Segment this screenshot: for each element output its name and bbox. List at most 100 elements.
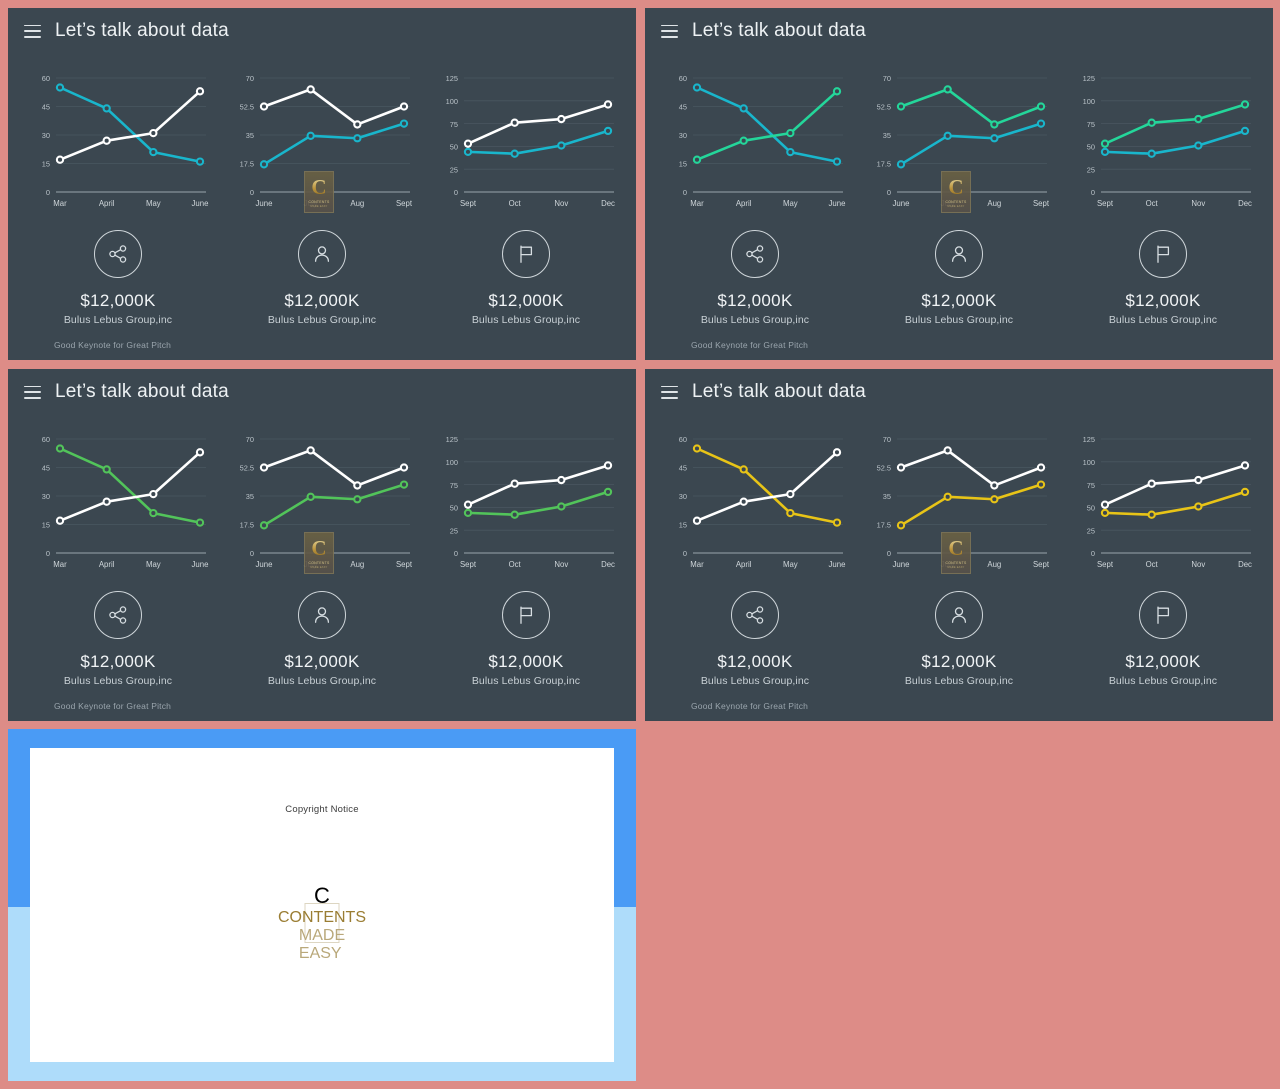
chart-cell-1[interactable]: 0 15 30 45 60 Mar April May June bbox=[24, 66, 212, 216]
chart-cell-3[interactable]: 0 25 50 75 100 125 Sept Oct Nov Dec bbox=[432, 66, 620, 216]
kpi-card-3[interactable]: $12,000K Bulus Lebus Group,inc bbox=[1069, 230, 1257, 326]
data-point bbox=[1240, 487, 1250, 497]
y-tick-label: 52.5 bbox=[240, 103, 254, 112]
logo-letter: C bbox=[314, 883, 330, 908]
data-point bbox=[463, 500, 473, 509]
series-line bbox=[899, 449, 1043, 487]
data-point bbox=[990, 134, 999, 143]
x-tick-label: Aug bbox=[350, 199, 364, 208]
flag-icon bbox=[502, 591, 550, 639]
chart-cell-2[interactable]: 0 17.5 35 52.5 70 June July Aug Sept bbox=[865, 427, 1053, 577]
data-point bbox=[102, 136, 111, 145]
kpi-card-1[interactable]: $12,000K Bulus Lebus Group,inc bbox=[24, 230, 212, 326]
chart-cell-3[interactable]: 0 25 50 75 100 125 Sept Oct Nov Dec bbox=[1069, 427, 1257, 577]
chart-cell-3[interactable]: 0 25 50 75 100 125 Sept Oct Nov Dec bbox=[1069, 66, 1257, 216]
kpi-card-2[interactable]: $12,000K Bulus Lebus Group,inc bbox=[228, 230, 416, 326]
y-tick-label: 52.5 bbox=[240, 464, 254, 473]
slide-thumbnail[interactable]: Let’s talk about data 0 15 30 45 60 Mar April Ma… bbox=[645, 8, 1273, 360]
chart-cell-2[interactable]: 0 17.5 35 52.5 70 June July Aug Sept bbox=[228, 427, 416, 577]
series-line bbox=[262, 88, 406, 126]
x-tick-label: May bbox=[146, 560, 161, 569]
data-point bbox=[1100, 147, 1110, 157]
hamburger-menu-icon[interactable] bbox=[24, 24, 41, 38]
line-chart: 0 15 30 45 60 Mar April May June bbox=[679, 435, 846, 569]
y-tick-label: 100 bbox=[446, 458, 458, 467]
data-point bbox=[463, 147, 473, 157]
series-line bbox=[695, 451, 839, 522]
y-tick-label: 50 bbox=[450, 504, 458, 513]
x-tick-label: Aug bbox=[350, 560, 364, 569]
data-point bbox=[832, 448, 842, 457]
chart-cell-2[interactable]: 0 17.5 35 52.5 70 June July Aug Sept bbox=[865, 66, 1053, 216]
y-tick-label: 70 bbox=[883, 74, 891, 83]
x-tick-label: Sept bbox=[460, 560, 477, 569]
kpi-label: Bulus Lebus Group,inc bbox=[1108, 313, 1218, 326]
y-tick-label: 50 bbox=[1087, 143, 1095, 152]
y-tick-label: 60 bbox=[42, 74, 50, 83]
logo-line2: MADE EASY bbox=[298, 927, 346, 962]
data-point bbox=[102, 104, 111, 113]
data-point bbox=[786, 128, 795, 138]
data-point bbox=[195, 518, 205, 527]
x-tick-label: June bbox=[829, 560, 846, 569]
kpi-value: $12,000K bbox=[921, 652, 997, 671]
y-tick-label: 70 bbox=[246, 435, 254, 444]
kpi-card-2[interactable]: $12,000K Bulus Lebus Group,inc bbox=[865, 230, 1053, 326]
data-point bbox=[306, 492, 315, 501]
line-chart: 0 17.5 35 52.5 70 June July Aug Sept bbox=[240, 435, 413, 569]
data-point bbox=[896, 463, 906, 472]
x-tick-label: July bbox=[941, 560, 955, 569]
data-point bbox=[739, 497, 748, 506]
kpi-card-1[interactable]: $12,000K Bulus Lebus Group,inc bbox=[661, 591, 849, 687]
slide-thumbnail[interactable]: Let’s talk about data 0 15 30 45 60 Mar April Ma… bbox=[8, 8, 636, 360]
share-icon bbox=[94, 591, 142, 639]
data-point bbox=[195, 448, 205, 457]
x-tick-label: June bbox=[893, 199, 910, 208]
kpi-card-2[interactable]: $12,000K Bulus Lebus Group,inc bbox=[228, 591, 416, 687]
y-tick-label: 70 bbox=[246, 74, 254, 83]
y-tick-label: 0 bbox=[683, 188, 687, 197]
data-point bbox=[1240, 126, 1250, 136]
chart-cell-1[interactable]: 0 15 30 45 60 Mar April May June bbox=[661, 427, 849, 577]
x-tick-label: Aug bbox=[987, 199, 1001, 208]
y-tick-label: 0 bbox=[1091, 549, 1095, 558]
hamburger-menu-icon[interactable] bbox=[24, 385, 41, 399]
x-tick-label: May bbox=[783, 560, 798, 569]
slide-header: Let’s talk about data bbox=[645, 369, 1273, 415]
slide-thumbnail[interactable]: Let’s talk about data 0 15 30 45 60 Mar April Ma… bbox=[645, 369, 1273, 721]
y-tick-label: 0 bbox=[250, 188, 254, 197]
kpi-card-1[interactable]: $12,000K Bulus Lebus Group,inc bbox=[24, 591, 212, 687]
y-tick-label: 15 bbox=[42, 521, 50, 530]
data-point bbox=[399, 463, 409, 472]
copyright-slide[interactable]: Copyright Notice C CONTENTS MADE EASY bbox=[8, 729, 636, 1081]
line-chart: 0 15 30 45 60 Mar April May June bbox=[42, 435, 209, 569]
x-tick-label: April bbox=[736, 560, 752, 569]
kpi-value: $12,000K bbox=[717, 291, 793, 310]
data-point bbox=[1194, 502, 1203, 511]
data-point bbox=[1100, 139, 1110, 148]
kpi-card-3[interactable]: $12,000K Bulus Lebus Group,inc bbox=[432, 230, 620, 326]
slide-footer: Good Keynote for Great Pitch bbox=[54, 340, 172, 350]
chart-cell-3[interactable]: 0 25 50 75 100 125 Sept Oct Nov Dec bbox=[432, 427, 620, 577]
kpi-card-3[interactable]: $12,000K Bulus Lebus Group,inc bbox=[1069, 591, 1257, 687]
y-tick-label: 0 bbox=[683, 549, 687, 558]
chart-cell-1[interactable]: 0 15 30 45 60 Mar April May June bbox=[661, 66, 849, 216]
hamburger-menu-icon[interactable] bbox=[661, 385, 678, 399]
y-tick-label: 75 bbox=[1087, 481, 1095, 490]
data-point bbox=[353, 495, 362, 504]
y-tick-label: 45 bbox=[42, 464, 50, 473]
kpi-label: Bulus Lebus Group,inc bbox=[904, 313, 1014, 326]
kpi-card-2[interactable]: $12,000K Bulus Lebus Group,inc bbox=[865, 591, 1053, 687]
chart-cell-2[interactable]: 0 17.5 35 52.5 70 June July Aug Sept bbox=[228, 66, 416, 216]
kpi-card-1[interactable]: $12,000K Bulus Lebus Group,inc bbox=[661, 230, 849, 326]
slide-thumbnail[interactable]: Let’s talk about data 0 15 30 45 60 Mar April Ma… bbox=[8, 369, 636, 721]
chart-cell-1[interactable]: 0 15 30 45 60 Mar April May June bbox=[24, 427, 212, 577]
data-point bbox=[943, 492, 952, 501]
data-point bbox=[1100, 508, 1110, 518]
hamburger-menu-icon[interactable] bbox=[661, 24, 678, 38]
y-tick-label: 30 bbox=[42, 131, 50, 140]
kpi-row: $12,000K Bulus Lebus Group,inc $12,000K Bul… bbox=[661, 591, 1257, 687]
data-point bbox=[1036, 463, 1046, 472]
kpi-label: Bulus Lebus Group,inc bbox=[267, 674, 377, 687]
kpi-card-3[interactable]: $12,000K Bulus Lebus Group,inc bbox=[432, 591, 620, 687]
